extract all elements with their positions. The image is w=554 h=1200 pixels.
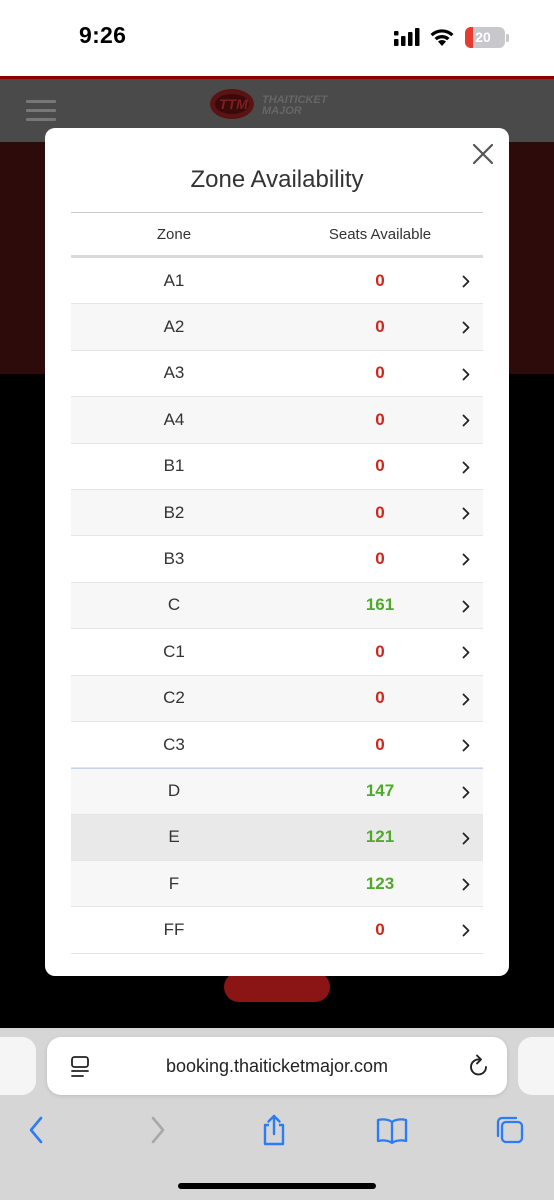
- battery-cap: [506, 34, 509, 42]
- chevron-right-icon: [462, 693, 470, 705]
- wifi-icon: [430, 29, 454, 46]
- table-row[interactable]: C 161: [71, 582, 483, 630]
- close-icon[interactable]: [470, 141, 496, 167]
- table-row[interactable]: F 123: [71, 861, 483, 908]
- table-row[interactable]: B2 0: [71, 489, 483, 537]
- seats-available: 147: [365, 781, 395, 801]
- previous-tab-preview[interactable]: [0, 1037, 36, 1095]
- table-row[interactable]: B3 0: [71, 536, 483, 583]
- cellular-signal-icon: [394, 28, 420, 46]
- seats-available: 161: [365, 595, 395, 615]
- address-bar[interactable]: booking.thaiticketmajor.com: [47, 1037, 507, 1095]
- zone-name: E: [168, 827, 180, 847]
- zone-name: FF: [163, 920, 185, 940]
- bookmarks-icon[interactable]: [375, 1114, 409, 1146]
- seats-available: 0: [375, 688, 385, 708]
- seats-available: 0: [375, 734, 385, 754]
- table-row[interactable]: B1 0: [71, 444, 483, 490]
- seats-available: 0: [375, 456, 385, 476]
- zone-name: A2: [163, 317, 185, 337]
- hamburger-menu-icon[interactable]: [26, 100, 56, 121]
- zone-name: F: [168, 873, 180, 893]
- site-logo-text: THAITICKET MAJOR: [262, 94, 328, 117]
- forward-icon[interactable]: [146, 1114, 168, 1146]
- table-header: Zone Seats Available: [71, 212, 483, 258]
- table-row[interactable]: E 121: [71, 814, 483, 862]
- zone-name: B3: [163, 549, 185, 569]
- seats-available: 0: [375, 317, 385, 337]
- battery-percentage: 20: [475, 29, 491, 45]
- zone-name: A3: [163, 363, 185, 383]
- zone-name: A1: [163, 270, 185, 290]
- table-row[interactable]: FF 0: [71, 907, 483, 954]
- status-time: 9:26: [79, 22, 127, 48]
- column-header-zone: Zone: [156, 225, 192, 243]
- chevron-right-icon: [462, 878, 470, 891]
- chevron-right-icon: [462, 832, 470, 845]
- zone-name: C1: [163, 641, 185, 661]
- back-icon[interactable]: [26, 1114, 48, 1146]
- chevron-right-icon: [462, 321, 470, 334]
- battery-icon: 20: [465, 27, 505, 48]
- zone-name: B1: [163, 456, 185, 476]
- chevron-right-icon: [462, 507, 470, 520]
- url-text[interactable]: booking.thaiticketmajor.com: [47, 1037, 507, 1095]
- zone-table: Zone Seats Available A1 0 A2 0 A3 0 A4 0 B1 0 B2 0 B…: [71, 212, 483, 954]
- svg-text:TTM: TTM: [219, 96, 248, 112]
- background-button: [224, 972, 330, 1002]
- share-icon[interactable]: [259, 1114, 289, 1146]
- modal-title: Zone Availability: [190, 166, 364, 193]
- seats-available: 0: [375, 549, 385, 569]
- table-row[interactable]: C1 0: [71, 629, 483, 676]
- home-indicator: [178, 1183, 376, 1189]
- browser-toolbar: booking.thaiticketmajor.com: [0, 1028, 554, 1200]
- chevron-right-icon: [462, 461, 470, 473]
- table-row[interactable]: A4 0: [71, 397, 483, 444]
- chevron-right-icon: [462, 786, 470, 799]
- seats-available: 0: [375, 409, 385, 429]
- column-header-seats: Seats Available: [328, 225, 432, 243]
- zone-name: C: [167, 595, 181, 615]
- table-row[interactable]: C2 0: [71, 675, 483, 722]
- table-row[interactable]: D 147: [71, 768, 483, 815]
- zone-availability-modal: Zone Availability Zone Seats Available A…: [45, 128, 509, 976]
- zone-name: C3: [163, 734, 185, 754]
- table-row[interactable]: A3 0: [71, 351, 483, 398]
- zone-name: B2: [163, 502, 185, 522]
- chevron-right-icon: [462, 368, 470, 381]
- seats-available: 0: [375, 363, 385, 383]
- tabs-icon[interactable]: [494, 1114, 526, 1146]
- seats-available: 0: [375, 502, 385, 522]
- table-body: A1 0 A2 0 A3 0 A4 0 B1 0 B2 0 B3 0 C 161 C1 0 C2 0 C3 0 D 147 E 1…: [71, 258, 483, 954]
- chevron-right-icon: [462, 925, 470, 937]
- zone-name: D: [167, 781, 181, 801]
- chevron-right-icon: [462, 553, 470, 566]
- chevron-right-icon: [462, 739, 470, 752]
- zone-name: C2: [163, 688, 185, 708]
- seats-available: 0: [375, 641, 385, 661]
- reload-icon[interactable]: [468, 1054, 490, 1078]
- seats-available: 121: [365, 827, 395, 847]
- table-row[interactable]: C3 0: [71, 722, 483, 769]
- seats-available: 0: [375, 920, 385, 940]
- table-row[interactable]: A2 0: [71, 304, 483, 351]
- seats-available: 123: [365, 873, 395, 893]
- next-tab-preview[interactable]: [518, 1037, 554, 1095]
- status-bar: 9:26 20: [0, 0, 554, 76]
- chevron-right-icon: [462, 414, 470, 427]
- seats-available: 0: [375, 270, 385, 290]
- zone-name: A4: [163, 409, 185, 429]
- chevron-right-icon: [462, 600, 470, 613]
- chevron-right-icon: [462, 275, 470, 288]
- table-row[interactable]: A1 0: [71, 258, 483, 305]
- chevron-right-icon: [462, 646, 470, 659]
